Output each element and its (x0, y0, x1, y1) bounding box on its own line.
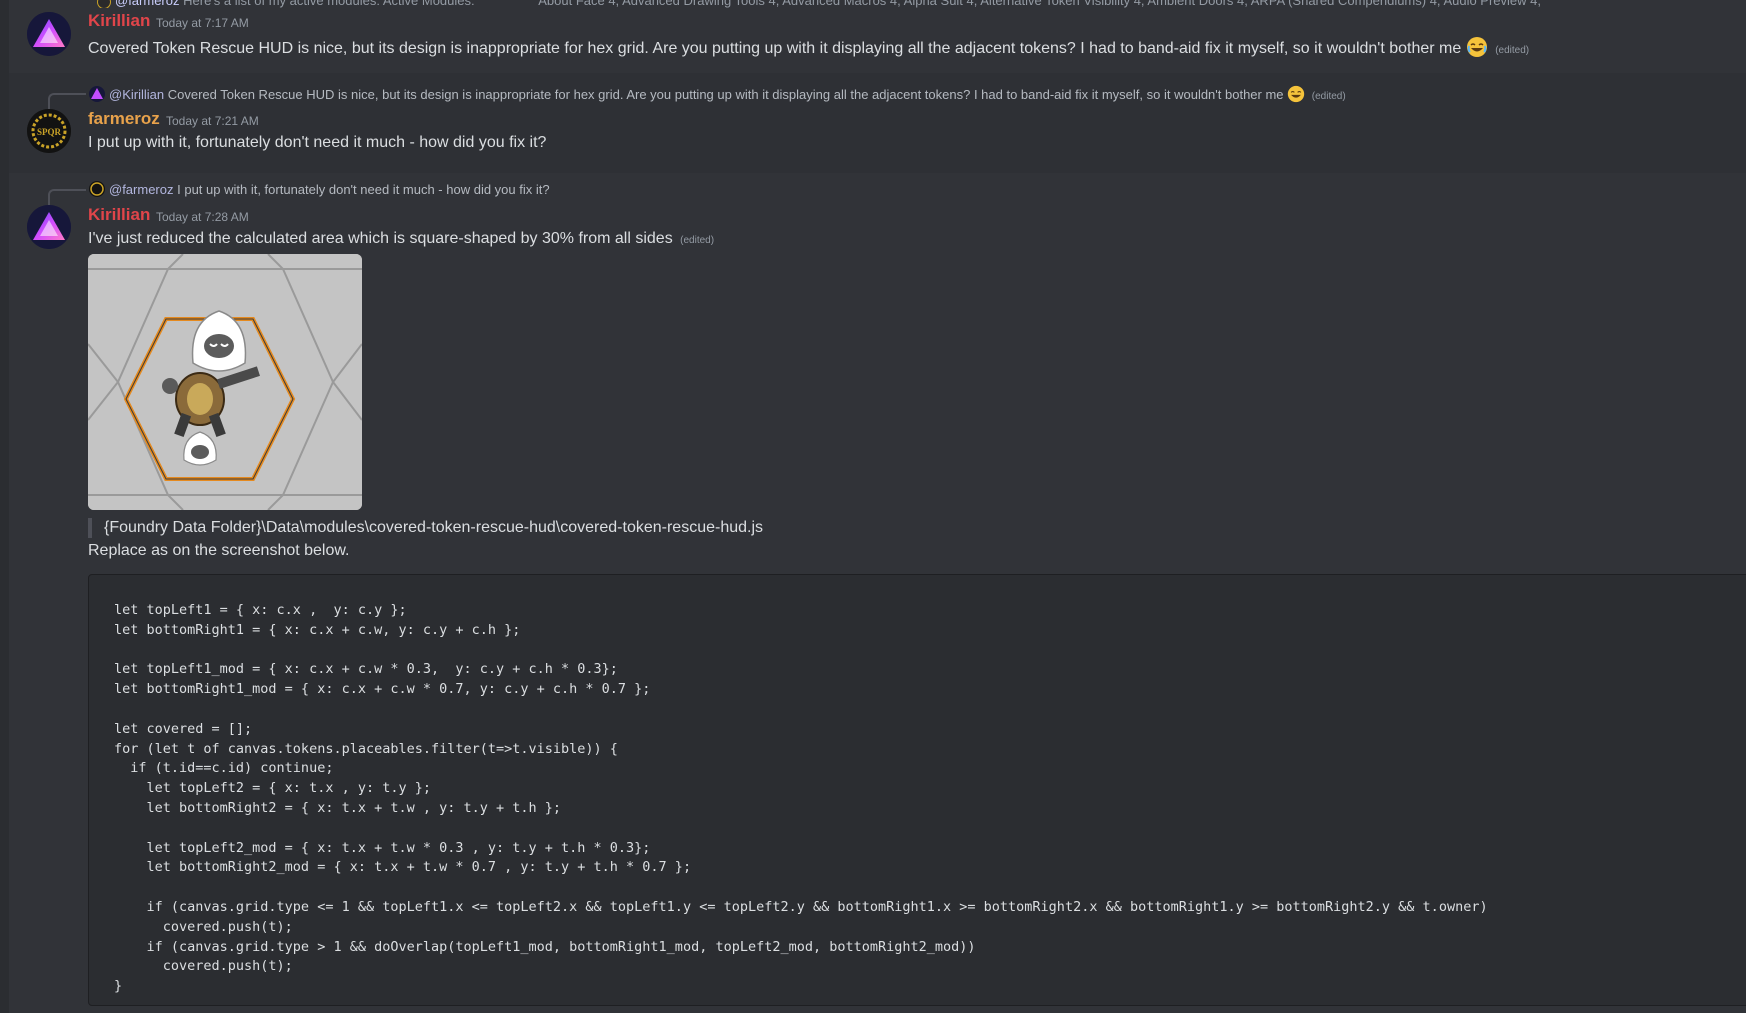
farmeroz-spqr-avatar-icon: SPQR (27, 109, 71, 153)
image-attachment[interactable] (88, 254, 362, 510)
message-text: Covered Token Rescue HUD is nice, but it… (88, 40, 1462, 57)
kirillian-avatar-icon (27, 205, 71, 249)
avatar[interactable] (27, 12, 71, 56)
timestamp: Today at 7:21 AM (166, 114, 259, 128)
reply-connector (48, 189, 86, 205)
kirillian-mini-avatar-icon (89, 86, 105, 102)
farmeroz-mini-avatar-icon (89, 181, 105, 197)
timestamp: Today at 7:17 AM (156, 16, 249, 30)
username[interactable]: Kirillian (88, 11, 150, 31)
timestamp: Today at 7:28 AM (156, 210, 249, 224)
username[interactable]: Kirillian (88, 205, 150, 225)
svg-text:SPQR: SPQR (37, 127, 62, 137)
edited-label: (edited) (1311, 91, 1346, 102)
blockquote: {Foundry Data Folder}\Data\modules\cover… (88, 518, 763, 538)
username[interactable]: farmeroz (88, 109, 160, 129)
code-block[interactable]: let topLeft1 = { x: c.x , y: c.y }; let … (88, 574, 1746, 1006)
message-kirillian-2: @farmeroz I put up with it, fortunately … (9, 173, 1746, 1013)
message-kirillian-1: Kirillian Today at 7:17 AM Covered Token… (9, 0, 1746, 68)
joy-emoji-icon (1287, 85, 1305, 103)
message-text: I put up with it, fortunately don't need… (88, 134, 547, 151)
message-farmeroz: @Kirillian Covered Token Rescue HUD is n… (9, 73, 1746, 173)
quote-text: {Foundry Data Folder}\Data\modules\cover… (104, 519, 764, 536)
joy-emoji-icon[interactable] (1466, 36, 1488, 58)
edited-label: (edited) (680, 235, 715, 246)
message-content: Covered Token Rescue HUD is nice, but it… (88, 36, 1529, 58)
message-text: I've just reduced the calculated area wh… (88, 230, 673, 247)
chat-message-list: @farmeroz Here's a list of my active mod… (9, 0, 1746, 1013)
reply-mention[interactable]: @farmeroz (109, 182, 174, 197)
reply-connector (48, 93, 86, 109)
reply-preview[interactable]: @farmeroz I put up with it, fortunately … (89, 181, 550, 197)
message-content: I've just reduced the calculated area wh… (88, 230, 714, 248)
edited-label: (edited) (1495, 45, 1530, 56)
hex-grid-token-image (88, 254, 362, 510)
reply-text: I put up with it, fortunately don't need… (177, 182, 550, 197)
avatar[interactable]: SPQR (27, 109, 71, 153)
left-panel-edge (0, 0, 9, 1013)
reply-mention[interactable]: @Kirillian (109, 87, 164, 102)
reply-preview[interactable]: @Kirillian Covered Token Rescue HUD is n… (89, 85, 1346, 103)
reply-text: Covered Token Rescue HUD is nice, but it… (167, 87, 1284, 102)
followup-text: Replace as on the screenshot below. (88, 542, 350, 559)
kirillian-avatar-icon (27, 12, 71, 56)
avatar[interactable] (27, 205, 71, 249)
